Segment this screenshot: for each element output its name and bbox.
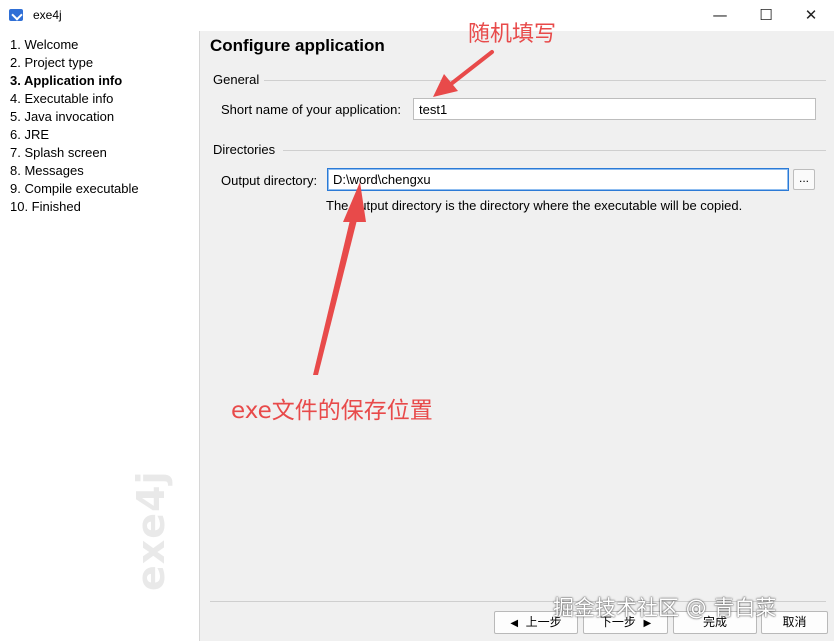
watermark-credit: 掘金技术社区 @ 青白菜 <box>553 596 777 620</box>
annotation-output-note: exe文件的保存位置 <box>231 398 433 424</box>
annotation-short-name-note: 随机填写 <box>468 22 557 47</box>
annotation-arrows <box>313 50 494 375</box>
arrow-to-short-name <box>433 50 494 97</box>
arrow-to-output-directory <box>313 182 366 375</box>
